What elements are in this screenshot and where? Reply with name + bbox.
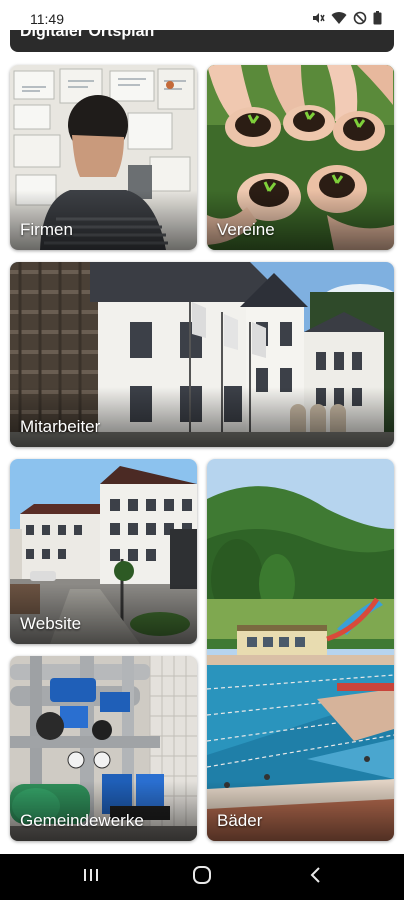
tile-mitarbeiter[interactable]: Mitarbeiter: [10, 262, 394, 447]
tile-firmen[interactable]: Firmen: [10, 65, 197, 250]
wifi-icon: [331, 11, 347, 25]
home-icon: [192, 865, 212, 890]
recent-apps-icon: [82, 867, 100, 888]
home-button[interactable]: [182, 862, 222, 892]
battery-icon: [373, 11, 382, 25]
navigation-bar: [0, 854, 404, 900]
tile-label: Mitarbeiter: [20, 417, 101, 436]
tile-label: Digitaler Ortsplan: [20, 30, 155, 40]
tile-digitaler-ortsplan[interactable]: Digitaler Ortsplan: [10, 30, 394, 52]
tile-label: Website: [20, 614, 82, 633]
tile-label: Gemeindewerke: [20, 811, 144, 830]
back-button[interactable]: [296, 862, 336, 892]
status-icons: [311, 11, 382, 25]
tile-label: Bäder: [217, 811, 263, 830]
tile-website[interactable]: Website: [10, 459, 197, 644]
tile-label: Firmen: [20, 220, 73, 239]
do-not-disturb-icon: [353, 11, 367, 25]
recent-apps-button[interactable]: [71, 862, 111, 892]
tile-vereine[interactable]: Vereine: [207, 65, 394, 250]
tile-label: Vereine: [217, 220, 275, 239]
mute-icon: [311, 11, 325, 25]
status-time: 11:49: [30, 11, 64, 27]
tile-baeder[interactable]: Bäder: [207, 459, 394, 841]
back-icon: [309, 866, 323, 889]
tile-gemeindewerke[interactable]: Gemeindewerke: [10, 656, 197, 841]
